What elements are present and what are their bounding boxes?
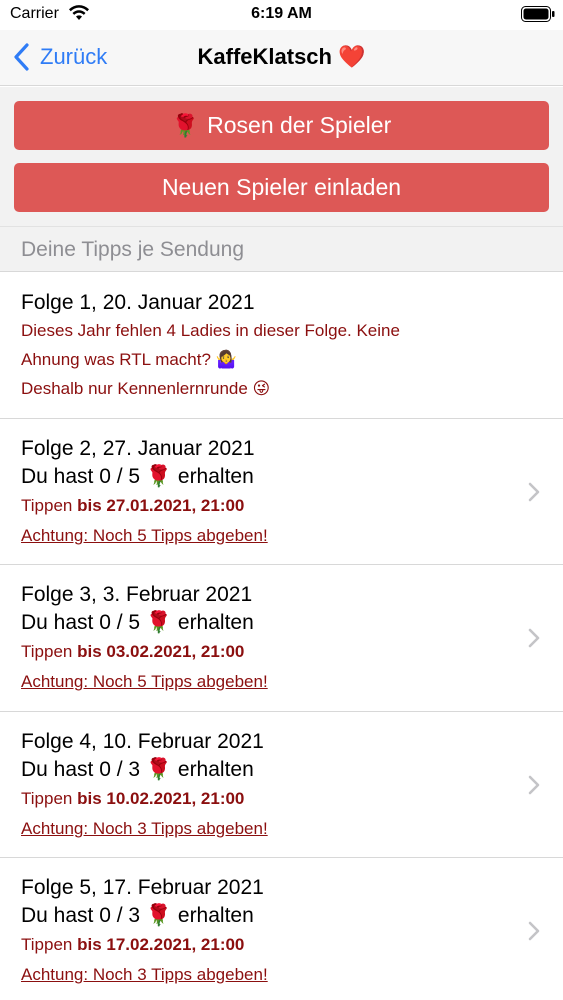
episode-note: Deshalb nur Kennenlernrunde 😜	[21, 379, 271, 398]
episode-deadline: Tippen bis 17.02.2021, 21:00	[21, 935, 245, 954]
episode-title: Folge 4, 10. Februar 2021	[21, 730, 264, 753]
episode-warning-link[interactable]: Achtung: Noch 5 Tipps abgeben!	[21, 526, 268, 546]
episode-note: Dieses Jahr fehlen 4 Ladies in dieser Fo…	[21, 321, 400, 340]
page-title: KaffeKlatsch ❤️	[197, 44, 366, 69]
episode-note: Ahnung was RTL macht? 🤷‍♀️	[21, 350, 237, 369]
chevron-right-icon	[528, 628, 540, 648]
list-item-episode-4[interactable]: Folge 4, 10. Februar 2021 Du hast 0 / 3 …	[0, 712, 563, 858]
episode-warning-link[interactable]: Achtung: Noch 3 Tipps abgeben!	[21, 819, 268, 839]
chevron-right-icon	[528, 775, 540, 795]
invite-button-label: Neuen Spieler einladen	[161, 174, 402, 200]
episode-title: Folge 5, 17. Februar 2021	[21, 876, 264, 899]
list-item-episode-5[interactable]: Folge 5, 17. Februar 2021 Du hast 0 / 3 …	[0, 858, 563, 1000]
episode-score: Du hast 0 / 3 🌹 erhalten	[21, 904, 254, 927]
status-bar: Carrier 6:19 AM	[0, 0, 563, 30]
chevron-right-icon	[528, 482, 540, 502]
list-item-episode-3[interactable]: Folge 3, 3. Februar 2021 Du hast 0 / 5 🌹…	[0, 565, 563, 712]
episode-score: Du hast 0 / 5 🌹 erhalten	[21, 465, 254, 488]
invite-player-button[interactable]: Neuen Spieler einladen	[14, 163, 549, 212]
episode-title: Folge 3, 3. Februar 2021	[21, 583, 253, 606]
episode-deadline: Tippen bis 03.02.2021, 21:00	[21, 642, 245, 661]
episode-title: Folge 1, 20. Januar 2021	[21, 291, 255, 314]
list-item-episode-2[interactable]: Folge 2, 27. Januar 2021 Du hast 0 / 5 🌹…	[0, 419, 563, 565]
list-item-episode-1: Folge 1, 20. Januar 2021 Dieses Jahr feh…	[0, 273, 563, 419]
episode-deadline: Tippen bis 10.02.2021, 21:00	[21, 789, 245, 808]
episode-deadline: Tippen bis 27.01.2021, 21:00	[21, 496, 245, 515]
roses-button-label: Rosen der Spieler	[207, 112, 392, 138]
section-header: Deine Tipps je Sendung	[0, 226, 563, 272]
episode-warning-link[interactable]: Achtung: Noch 3 Tipps abgeben!	[21, 965, 268, 985]
episode-score: Du hast 0 / 3 🌹 erhalten	[21, 758, 254, 781]
battery-icon	[521, 6, 555, 22]
episode-title: Folge 2, 27. Januar 2021	[21, 437, 255, 460]
navigation-bar: Zurück KaffeKlatsch ❤️	[0, 30, 563, 86]
episode-score: Du hast 0 / 5 🌹 erhalten	[21, 611, 254, 634]
roses-of-players-button[interactable]: 🌹 Rosen der Spieler	[14, 101, 549, 150]
chevron-right-icon	[528, 921, 540, 941]
actions-area: 🌹 Rosen der Spieler Neuen Spieler einlad…	[0, 87, 563, 226]
episode-warning-link[interactable]: Achtung: Noch 5 Tipps abgeben!	[21, 672, 268, 692]
rose-icon: 🌹	[171, 112, 200, 138]
clock: 6:19 AM	[251, 5, 312, 22]
section-header-label: Deine Tipps je Sendung	[21, 238, 244, 261]
